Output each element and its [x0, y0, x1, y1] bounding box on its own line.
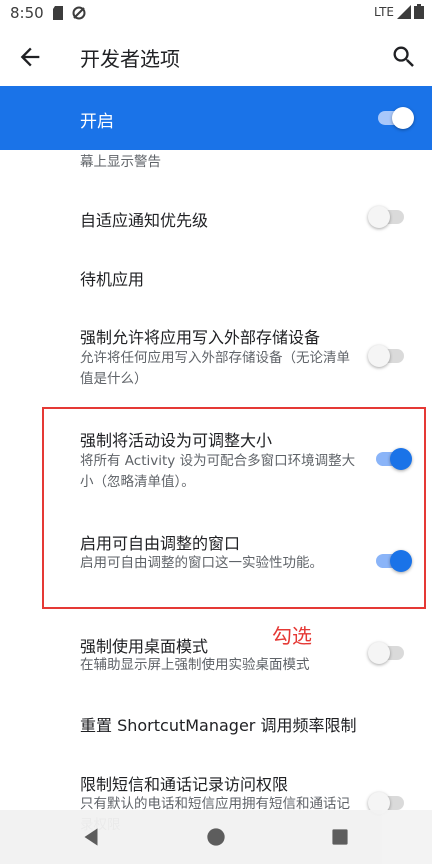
- partial-subtitle: 幕上显示警告: [80, 154, 161, 170]
- toggle-force-external-storage[interactable]: [368, 345, 404, 367]
- row-restrict-sms-calllog-title[interactable]: 限制短信和通话记录访问权限: [80, 771, 288, 795]
- network-type: LTE: [374, 4, 394, 19]
- row-standby-apps-title[interactable]: 待机应用: [80, 266, 144, 290]
- annotation-label: 勾选: [272, 624, 312, 648]
- master-toggle[interactable]: [378, 107, 414, 129]
- signal-icon: [397, 4, 411, 19]
- row-adaptive-notification-title[interactable]: 自适应通知优先级: [80, 207, 208, 231]
- sync-disabled-icon: [72, 6, 86, 20]
- toggle-force-desktop-mode[interactable]: [368, 642, 404, 664]
- row-force-external-storage-subtitle: 允许将任何应用写入外部存储设备（无论清单值是什么）: [80, 350, 350, 387]
- status-bar: 8:50 LTE: [0, 0, 432, 28]
- app-bar: 开发者选项: [0, 28, 432, 86]
- row-reset-shortcutmanager-title[interactable]: 重置 ShortcutManager 调用频率限制: [80, 712, 356, 736]
- toggle-restrict-sms-calllog[interactable]: [368, 792, 404, 814]
- nav-home-icon[interactable]: [203, 824, 229, 850]
- nav-recents-icon[interactable]: [327, 824, 353, 850]
- status-time: 8:50: [10, 4, 44, 22]
- row-force-desktop-mode-subtitle: 在辅助显示屏上强制使用实验桌面模式: [80, 657, 310, 673]
- row-force-desktop-mode-title[interactable]: 强制使用桌面模式: [80, 633, 208, 657]
- highlight-box: [42, 407, 426, 609]
- arrow-back-icon[interactable]: [16, 43, 44, 71]
- nav-back-icon[interactable]: [78, 824, 104, 850]
- row-force-external-storage-title[interactable]: 强制允许将应用写入外部存储设备: [80, 324, 320, 348]
- battery-icon: [414, 4, 424, 19]
- toggle-adaptive-notification[interactable]: [368, 206, 404, 228]
- search-icon[interactable]: [390, 43, 418, 71]
- master-switch-bar[interactable]: 开启: [0, 86, 432, 150]
- master-switch-label: 开启: [80, 112, 114, 132]
- sd-card-icon: [53, 6, 63, 20]
- page-title: 开发者选项: [80, 47, 180, 71]
- navigation-bar: [0, 810, 432, 864]
